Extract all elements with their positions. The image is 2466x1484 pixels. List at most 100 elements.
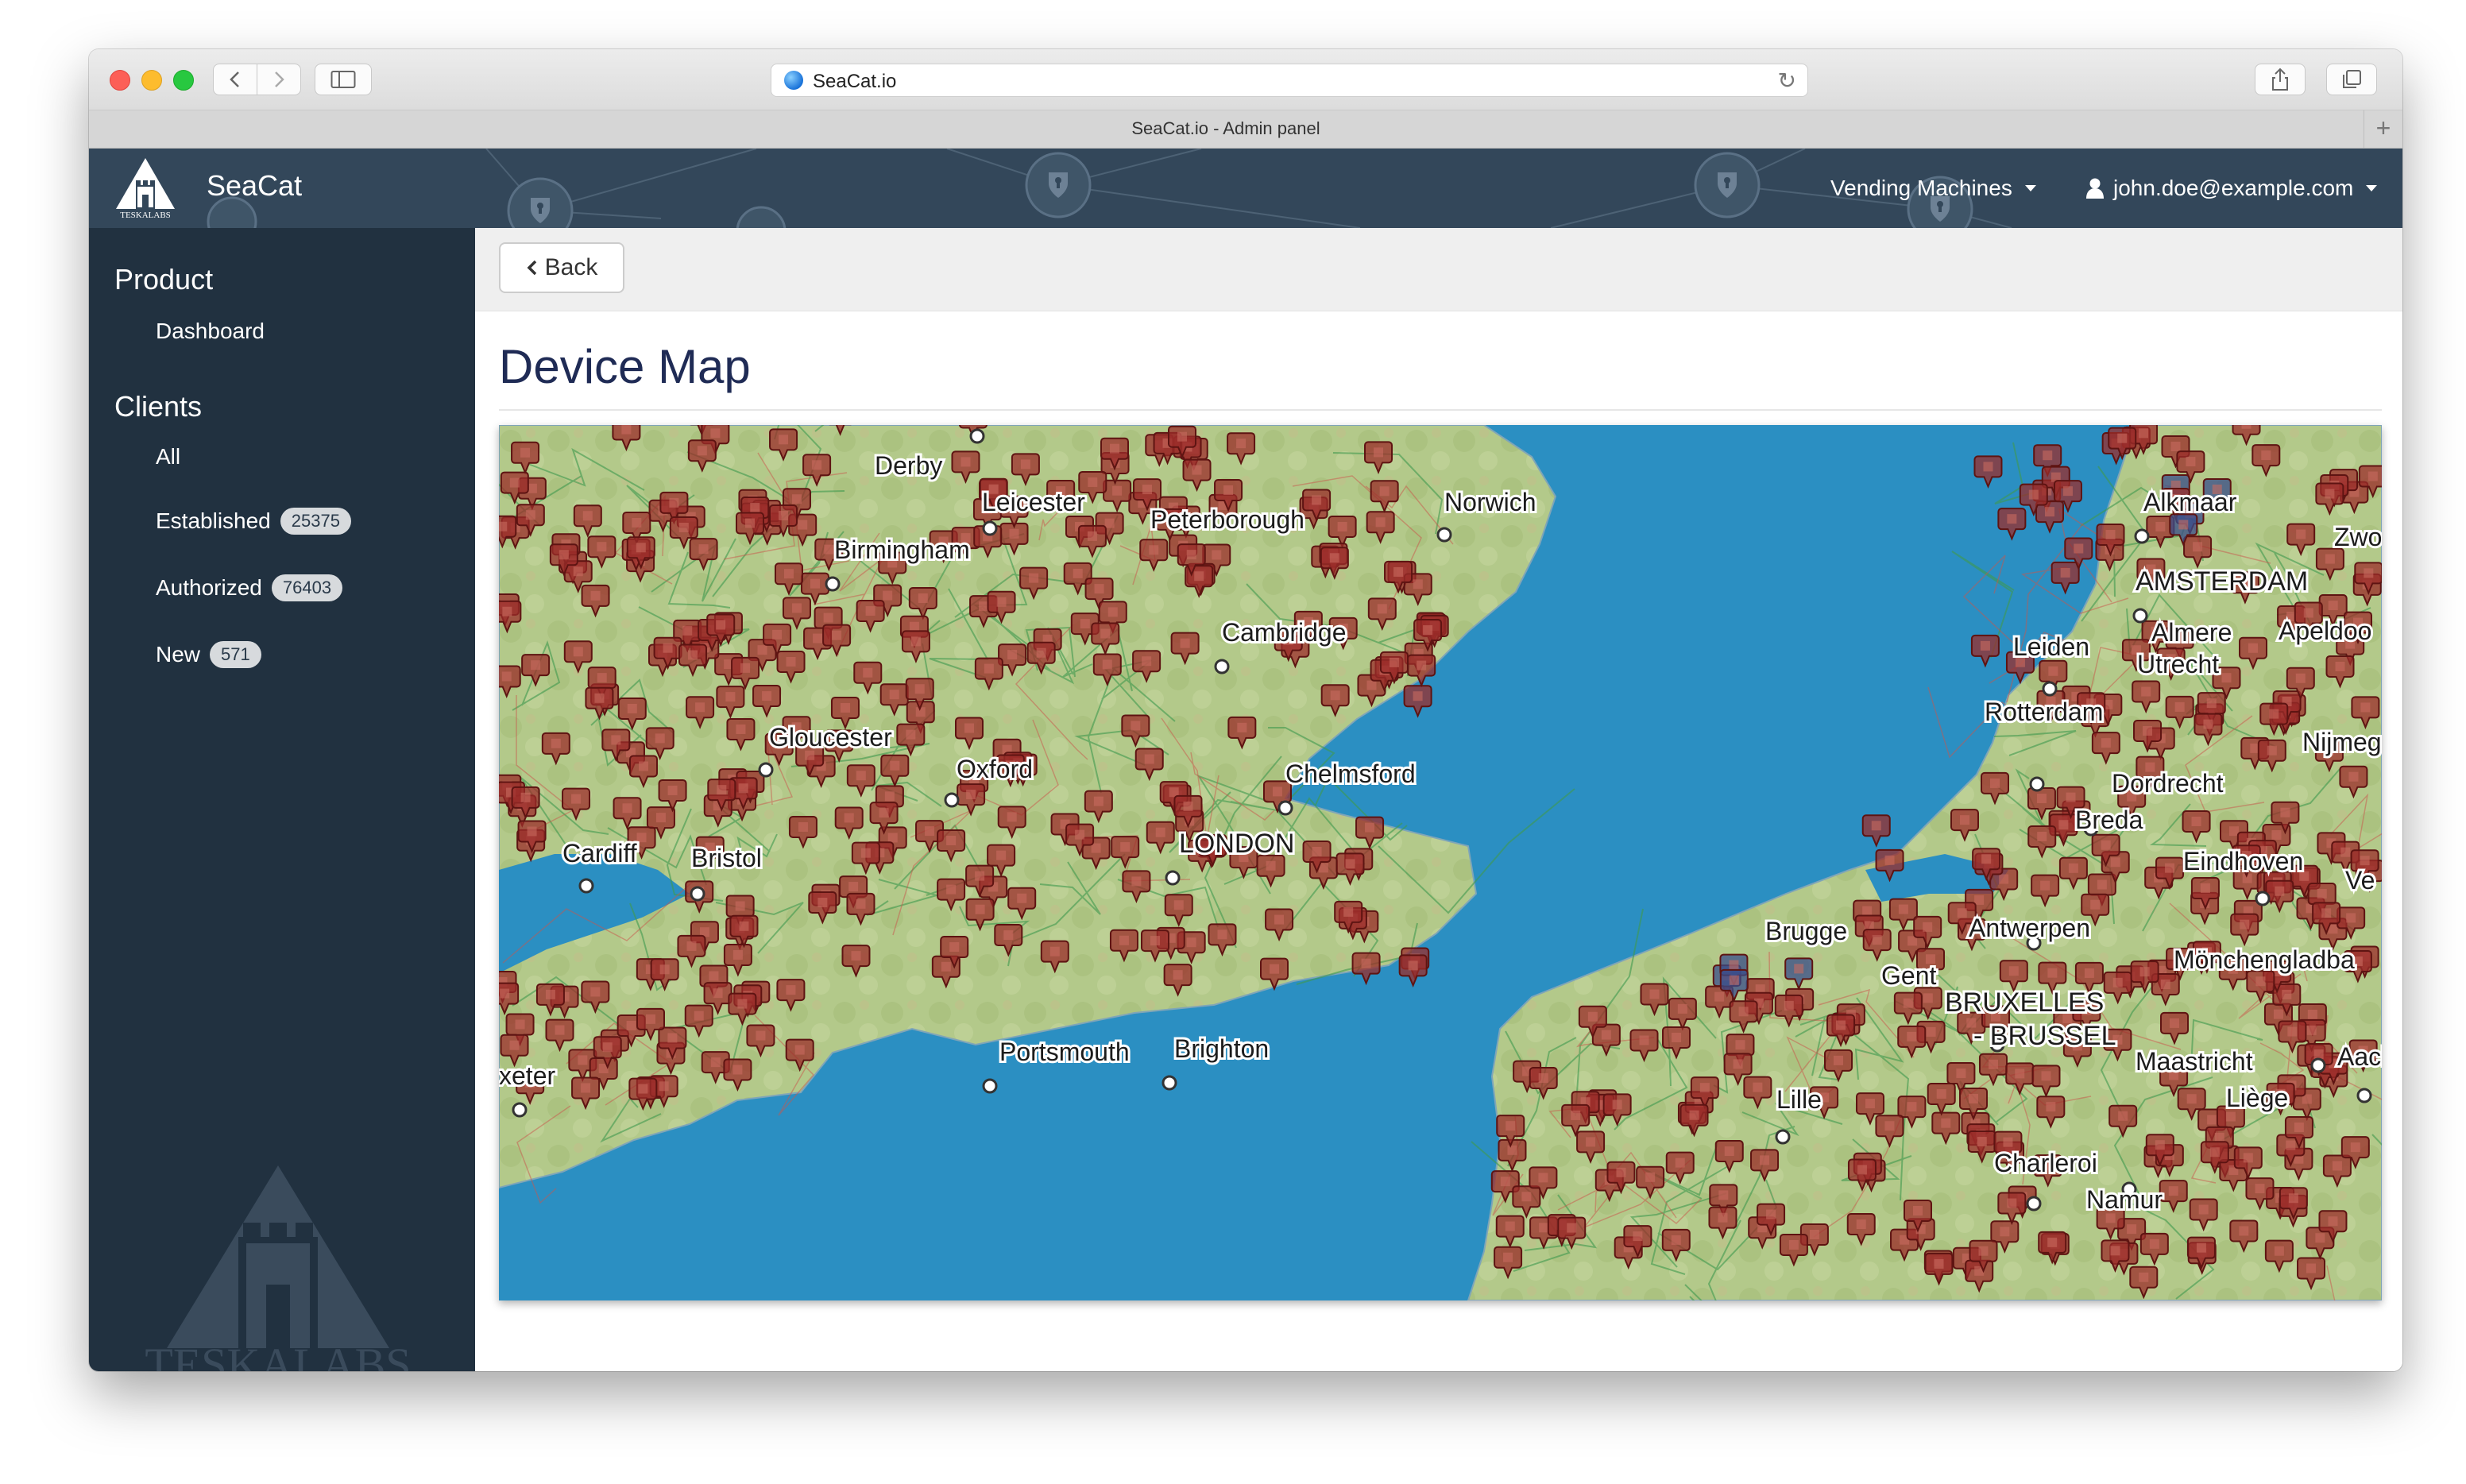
device-marker-core	[2335, 661, 2345, 671]
device-marker-core	[2295, 673, 2306, 683]
caret-down-icon	[2024, 185, 2036, 191]
teskalabs-logo[interactable]: TESKALABS	[110, 157, 181, 220]
device-marker-core	[659, 964, 670, 975]
device-marker-core	[1149, 545, 1159, 555]
sidebar-item-authorized[interactable]: Authorized 76403	[156, 574, 343, 601]
sidebar-item-dashboard[interactable]: Dashboard	[156, 319, 265, 344]
device-marker-core	[1872, 935, 1882, 945]
address-bar[interactable]: SeaCat.io ↻	[771, 64, 1808, 97]
device-marker-core	[695, 702, 705, 713]
device-marker-core	[1183, 801, 1193, 811]
device-marker-core	[979, 601, 989, 612]
device-marker-core	[1788, 1239, 1799, 1250]
teskalabs-logo-icon: TESKALABS	[116, 158, 175, 220]
device-marker-core	[717, 785, 727, 795]
map-city-dot	[2310, 1057, 2326, 1073]
device-marker-core	[889, 690, 899, 700]
device-marker-core	[791, 603, 802, 613]
browser-forward-button[interactable]	[257, 64, 301, 95]
device-marker-core	[713, 988, 723, 999]
device-marker-core	[1142, 656, 1152, 667]
device-marker-core	[736, 724, 746, 734]
map-city-label: Derby	[875, 451, 942, 480]
brand-name[interactable]: SeaCat	[207, 169, 302, 203]
device-marker-core	[2105, 1213, 2116, 1223]
sidebar-toggle-button[interactable]	[315, 64, 372, 95]
device-marker-core	[756, 1030, 766, 1041]
device-marker-core	[1959, 815, 1969, 825]
browser-back-button[interactable]	[213, 64, 257, 95]
device-map-canvas[interactable]: Derby Leicester Peterborough Norwich Birming…	[499, 425, 2382, 1300]
device-marker-core	[1567, 1223, 1577, 1233]
device-marker-core	[1408, 960, 1418, 971]
map-city-label: Gloucester	[769, 723, 892, 752]
caret-down-icon	[2366, 185, 2378, 191]
device-marker-core	[848, 882, 859, 892]
device-marker-core	[910, 636, 921, 647]
active-tab-title[interactable]: SeaCat.io - Admin panel	[89, 118, 2363, 139]
device-marker-core	[779, 511, 789, 521]
sidebar-item-label: New	[156, 642, 201, 667]
back-button[interactable]: Back	[499, 242, 624, 293]
device-marker-core	[1192, 465, 1202, 475]
device-marker-core	[1173, 970, 1183, 980]
map-city-dot	[1277, 800, 1293, 816]
new-tab-button[interactable]: +	[2364, 110, 2402, 148]
device-marker-core	[2090, 899, 2101, 910]
device-marker-core	[794, 1045, 805, 1055]
teskalabs-watermark-logo: TESKALABS	[145, 1165, 412, 1371]
device-marker-core	[1538, 1173, 1548, 1183]
device-marker-core	[1969, 1093, 1979, 1103]
zoom-window-button[interactable]	[173, 70, 194, 91]
map-city-label: Cambridge	[1222, 618, 1347, 647]
device-map[interactable]: Derby Leicester Peterborough Norwich Birming…	[499, 425, 2382, 1300]
close-window-button[interactable]	[110, 70, 130, 91]
device-marker-core	[735, 901, 745, 911]
device-marker-core	[2141, 686, 2151, 697]
user-menu[interactable]: john.doe@example.com	[2085, 176, 2378, 201]
device-marker-core	[883, 590, 893, 601]
device-marker-core	[2074, 543, 2084, 554]
reload-icon[interactable]: ↻	[1778, 68, 1796, 94]
minimize-window-button[interactable]	[141, 70, 162, 91]
sidebar-item-new[interactable]: New 571	[156, 641, 261, 668]
device-marker-core	[1237, 722, 1247, 732]
device-marker-core	[1977, 1137, 1987, 1147]
device-marker-core	[578, 1055, 588, 1065]
device-marker-core	[527, 826, 537, 837]
device-marker-core	[655, 733, 665, 744]
device-marker-core	[1266, 860, 1276, 871]
device-marker-core	[884, 791, 895, 802]
sidebar-item-label: Established	[156, 508, 271, 533]
device-marker-core	[688, 650, 698, 660]
sidebar-section-clients: Clients	[114, 390, 203, 423]
device-marker-core	[2062, 486, 2073, 497]
map-city-label: Utrecht	[2137, 650, 2219, 678]
device-marker-core	[1809, 1230, 1819, 1240]
device-marker-core	[1107, 607, 1118, 617]
device-marker-core	[762, 691, 772, 701]
show-tabs-button[interactable]	[2326, 64, 2377, 95]
device-marker-core	[1865, 1099, 1875, 1109]
device-marker-core	[667, 785, 678, 795]
device-marker-core	[1223, 485, 1234, 495]
device-marker-core	[1036, 647, 1046, 658]
vending-machines-menu[interactable]: Vending Machines	[1830, 176, 2036, 201]
device-marker-core	[823, 613, 833, 623]
device-marker-core	[798, 821, 808, 832]
share-button[interactable]	[2255, 64, 2306, 95]
device-marker-core	[738, 783, 748, 794]
device-marker-core	[1337, 522, 1347, 532]
device-marker-core	[2255, 976, 2266, 987]
sidebar-item-all[interactable]: All	[156, 444, 180, 470]
device-marker-core	[2041, 1071, 2051, 1081]
device-marker-core	[2261, 450, 2271, 461]
device-marker-core	[499, 521, 508, 531]
map-city-label: AMSTERDAM	[2136, 566, 2308, 597]
device-marker-core	[1094, 584, 1104, 594]
device-marker-core	[1616, 1167, 1626, 1177]
device-marker-core	[1934, 1258, 1944, 1269]
sidebar-item-established[interactable]: Established 25375	[156, 508, 351, 535]
device-marker-core	[525, 510, 535, 520]
count-badge: 25375	[280, 508, 351, 535]
